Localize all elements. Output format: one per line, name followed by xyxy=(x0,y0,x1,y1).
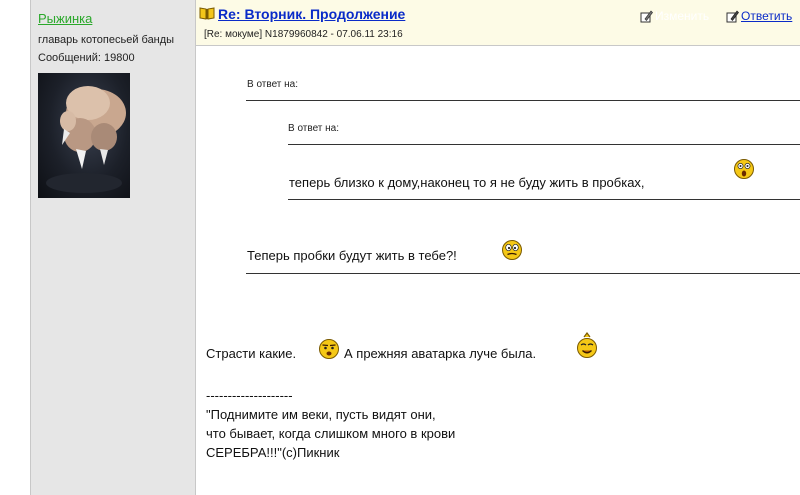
post-title-link[interactable]: Re: Вторник. Продолжение xyxy=(218,6,405,22)
smiley-surprised-icon xyxy=(319,339,339,359)
outer-quote-label: В ответ на: xyxy=(247,79,299,90)
author-sidebar: Рыжинка главарь котопесьей банды Сообщен… xyxy=(30,0,196,495)
forum-post: Рыжинка главарь котопесьей банды Сообщен… xyxy=(0,0,800,495)
reply-icon xyxy=(726,10,739,23)
edit-label: Изменить xyxy=(655,9,710,23)
inner-quote-top-line xyxy=(288,144,800,145)
author-rank: главарь котопесьей банды xyxy=(38,34,175,46)
signature: -------------------- "Поднимите им веки,… xyxy=(206,386,455,462)
post-header: Re: Вторник. Продолжение [Re: мокуме] N1… xyxy=(196,0,800,46)
message-text-part1: Страсти какие. xyxy=(206,346,297,361)
edit-icon xyxy=(640,10,653,23)
inner-quote-label: В ответ на: xyxy=(288,123,340,134)
smiley-scared-icon xyxy=(734,159,754,179)
inner-quote-text: теперь близко к дому,наконец то я не буд… xyxy=(289,175,645,190)
book-icon xyxy=(199,7,215,20)
author-username-link[interactable]: Рыжинка xyxy=(38,11,92,26)
signature-line-1: "Поднимите им веки, пусть видят они, xyxy=(206,407,436,422)
message-text-part2: А прежняя аватарка луче была. xyxy=(344,346,537,361)
outer-quote-top-line xyxy=(246,100,800,101)
signature-line-3: СЕРЕБРА!!!"(с)Пикник xyxy=(206,445,340,460)
cat-paw-image xyxy=(46,86,126,193)
signature-separator: -------------------- xyxy=(206,388,293,403)
smiley-confused-icon xyxy=(502,240,522,260)
inner-quote-bottom-line xyxy=(288,199,800,200)
reply-label: Ответить xyxy=(741,9,793,23)
author-post-count: Сообщений: 19800 xyxy=(38,52,135,64)
smiley-pleased-icon xyxy=(577,332,597,358)
outer-quote-bottom-line xyxy=(246,273,800,274)
author-avatar xyxy=(38,73,130,198)
signature-line-2: что бывает, когда слишком много в крови xyxy=(206,426,456,441)
post-meta: [Re: мокуме] N1879960842 - 07.06.11 23:1… xyxy=(204,29,403,40)
outer-quote-text: Теперь пробки будут жить в тебе?! xyxy=(247,248,457,263)
post-content-column: Re: Вторник. Продолжение [Re: мокуме] N1… xyxy=(196,0,800,495)
